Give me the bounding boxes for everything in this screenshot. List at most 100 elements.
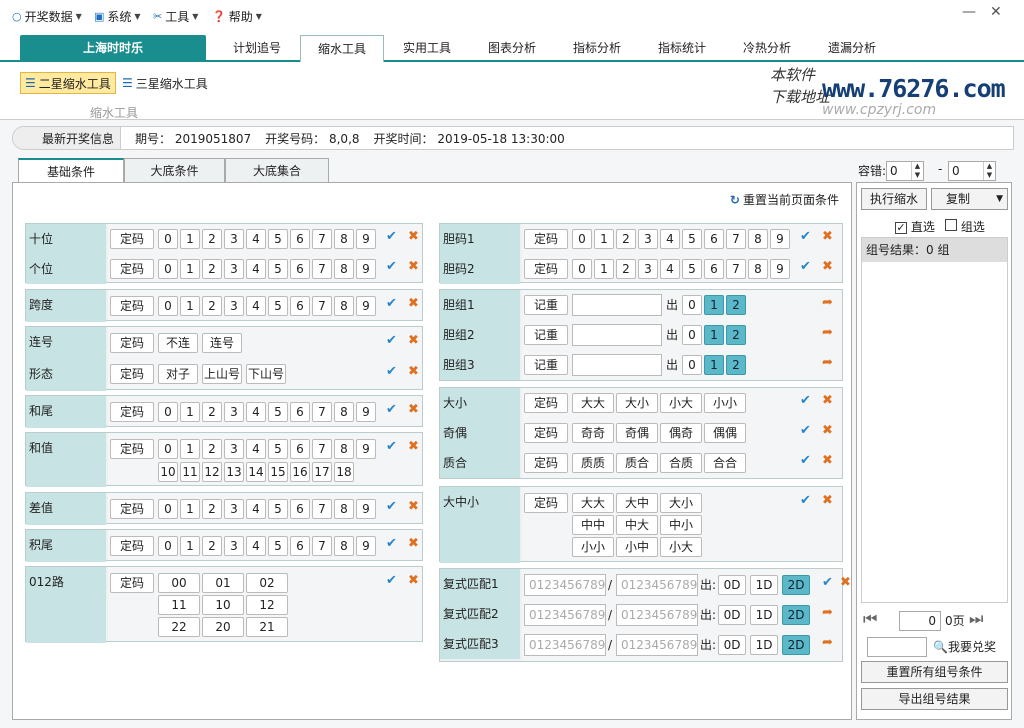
clear-icon[interactable]: ✖ <box>408 333 419 348</box>
check-icon[interactable]: ✔ <box>386 499 397 514</box>
gewei-digit-6[interactable]: 6 <box>290 259 310 279</box>
gewei-digit-0[interactable]: 0 <box>158 259 178 279</box>
opt-shangshan[interactable]: 上山号 <box>202 364 242 384</box>
chazhi-digit-5[interactable]: 5 <box>268 499 288 519</box>
jima-button[interactable]: 记重 <box>524 295 568 315</box>
opt-xiashan[interactable]: 下山号 <box>246 364 286 384</box>
lu-opt-02[interactable]: 02 <box>246 573 288 593</box>
hewei-digit-6[interactable]: 6 <box>290 402 310 422</box>
danma2-digit-7[interactable]: 7 <box>726 259 746 279</box>
danma1-digit-1[interactable]: 1 <box>594 229 614 249</box>
danma1-digit-0[interactable]: 0 <box>572 229 592 249</box>
opt-duizi[interactable]: 对子 <box>158 364 198 384</box>
check-icon[interactable]: ✔ <box>386 402 397 417</box>
fushi2-input-a[interactable]: 0123456789 <box>524 604 606 626</box>
clear-icon[interactable]: ✖ <box>408 364 419 379</box>
kuadu-digit-9[interactable]: 9 <box>356 296 376 316</box>
lu-opt-20[interactable]: 20 <box>202 617 244 637</box>
dzx-opt-8[interactable]: 小大 <box>660 537 702 557</box>
chazhi-digit-2[interactable]: 2 <box>202 499 222 519</box>
kuadu-digit-5[interactable]: 5 <box>268 296 288 316</box>
jiwei-digit-1[interactable]: 1 <box>180 536 200 556</box>
hezhi-digit-14[interactable]: 14 <box>246 462 266 482</box>
dingma-button[interactable]: 定码 <box>524 493 568 513</box>
kuadu-digit-3[interactable]: 3 <box>224 296 244 316</box>
hezhi-digit-15[interactable]: 15 <box>268 462 288 482</box>
first-page-icon[interactable]: ⏮ <box>863 609 877 629</box>
clear-icon[interactable]: ✖ <box>408 259 419 274</box>
dingma-button[interactable]: 定码 <box>524 453 568 473</box>
result-list[interactable]: 组号结果：0 组 <box>861 237 1008 603</box>
danzu2-chu-1[interactable]: 1 <box>704 325 724 345</box>
shiwei-digit-5[interactable]: 5 <box>268 229 288 249</box>
hewei-digit-1[interactable]: 1 <box>180 402 200 422</box>
jiwei-digit-4[interactable]: 4 <box>246 536 266 556</box>
opt-bulian[interactable]: 不连 <box>158 333 198 353</box>
hezhi-digit-17[interactable]: 17 <box>312 462 332 482</box>
hezhi-digit-6[interactable]: 6 <box>290 439 310 459</box>
chazhi-digit-0[interactable]: 0 <box>158 499 178 519</box>
lu-opt-12[interactable]: 12 <box>246 595 288 615</box>
danzu1-chu-2[interactable]: 2 <box>726 295 746 315</box>
clear-icon[interactable]: ✖ <box>822 393 833 408</box>
jiwei-digit-7[interactable]: 7 <box>312 536 332 556</box>
danma1-digit-2[interactable]: 2 <box>616 229 636 249</box>
zuxuan-checkbox[interactable]: 组选 <box>945 217 985 237</box>
check-icon[interactable]: ✔ <box>800 393 811 408</box>
shiwei-digit-9[interactable]: 9 <box>356 229 376 249</box>
danma1-digit-9[interactable]: 9 <box>770 229 790 249</box>
kuadu-digit-8[interactable]: 8 <box>334 296 354 316</box>
hewei-digit-7[interactable]: 7 <box>312 402 332 422</box>
dingma-button[interactable]: 定码 <box>110 296 154 316</box>
gewei-digit-1[interactable]: 1 <box>180 259 200 279</box>
dingma-button[interactable]: 定码 <box>524 393 568 413</box>
lu-opt-00[interactable]: 00 <box>158 573 200 593</box>
arrow-icon[interactable]: ➦ <box>822 635 833 650</box>
tab-basic[interactable]: 基础条件 <box>18 158 124 183</box>
check-icon[interactable]: ✔ <box>800 229 811 244</box>
danma2-digit-0[interactable]: 0 <box>572 259 592 279</box>
fushi1-opt-2D[interactable]: 2D <box>782 575 810 595</box>
dzx-opt-5[interactable]: 中小 <box>660 515 702 535</box>
daxiao-opt-3[interactable]: 小小 <box>704 393 746 413</box>
danma2-digit-5[interactable]: 5 <box>682 259 702 279</box>
prize-input[interactable] <box>867 637 927 657</box>
fushi3-opt-0D[interactable]: 0D <box>718 635 746 655</box>
dzx-opt-2[interactable]: 大小 <box>660 493 702 513</box>
tab-missing[interactable]: 遗漏分析 <box>817 35 887 62</box>
zhihe-opt-3[interactable]: 合合 <box>704 453 746 473</box>
check-icon[interactable]: ✔ <box>800 493 811 508</box>
menu-kaijiang[interactable]: ○ 开奖数据 ▼ <box>12 8 82 25</box>
danma1-digit-4[interactable]: 4 <box>660 229 680 249</box>
clear-icon[interactable]: ✖ <box>408 402 419 417</box>
hewei-digit-4[interactable]: 4 <box>246 402 266 422</box>
tab-plan[interactable]: 计划追号 <box>222 35 292 62</box>
danzu3-chu-1[interactable]: 1 <box>704 355 724 375</box>
last-page-icon[interactable]: ⏭ <box>969 609 983 629</box>
dingma-button[interactable]: 定码 <box>110 229 154 249</box>
shiwei-digit-2[interactable]: 2 <box>202 229 222 249</box>
chazhi-digit-1[interactable]: 1 <box>180 499 200 519</box>
clear-icon[interactable]: ✖ <box>408 296 419 311</box>
chazhi-digit-8[interactable]: 8 <box>334 499 354 519</box>
clear-icon[interactable]: ✖ <box>822 259 833 274</box>
check-icon[interactable]: ✔ <box>386 364 397 379</box>
shiwei-digit-7[interactable]: 7 <box>312 229 332 249</box>
clear-icon[interactable]: ✖ <box>822 453 833 468</box>
fushi1-input-b[interactable]: 0123456789 <box>616 574 698 596</box>
daxiao-opt-0[interactable]: 大大 <box>572 393 614 413</box>
fushi3-opt-2D[interactable]: 2D <box>782 635 810 655</box>
hezhi-digit-1[interactable]: 1 <box>180 439 200 459</box>
fushi3-input-a[interactable]: 0123456789 <box>524 634 606 656</box>
check-icon[interactable]: ✔ <box>386 333 397 348</box>
dzx-opt-1[interactable]: 大中 <box>616 493 658 513</box>
jiwei-digit-5[interactable]: 5 <box>268 536 288 556</box>
check-icon[interactable]: ✔ <box>386 536 397 551</box>
hewei-digit-2[interactable]: 2 <box>202 402 222 422</box>
chazhi-digit-7[interactable]: 7 <box>312 499 332 519</box>
check-icon[interactable]: ✔ <box>386 229 397 244</box>
reset-all-button[interactable]: 重置所有组号条件 <box>861 661 1008 683</box>
dzx-opt-7[interactable]: 小中 <box>616 537 658 557</box>
clear-icon[interactable]: ✖ <box>840 575 851 590</box>
page-input[interactable]: 0 <box>899 611 941 631</box>
